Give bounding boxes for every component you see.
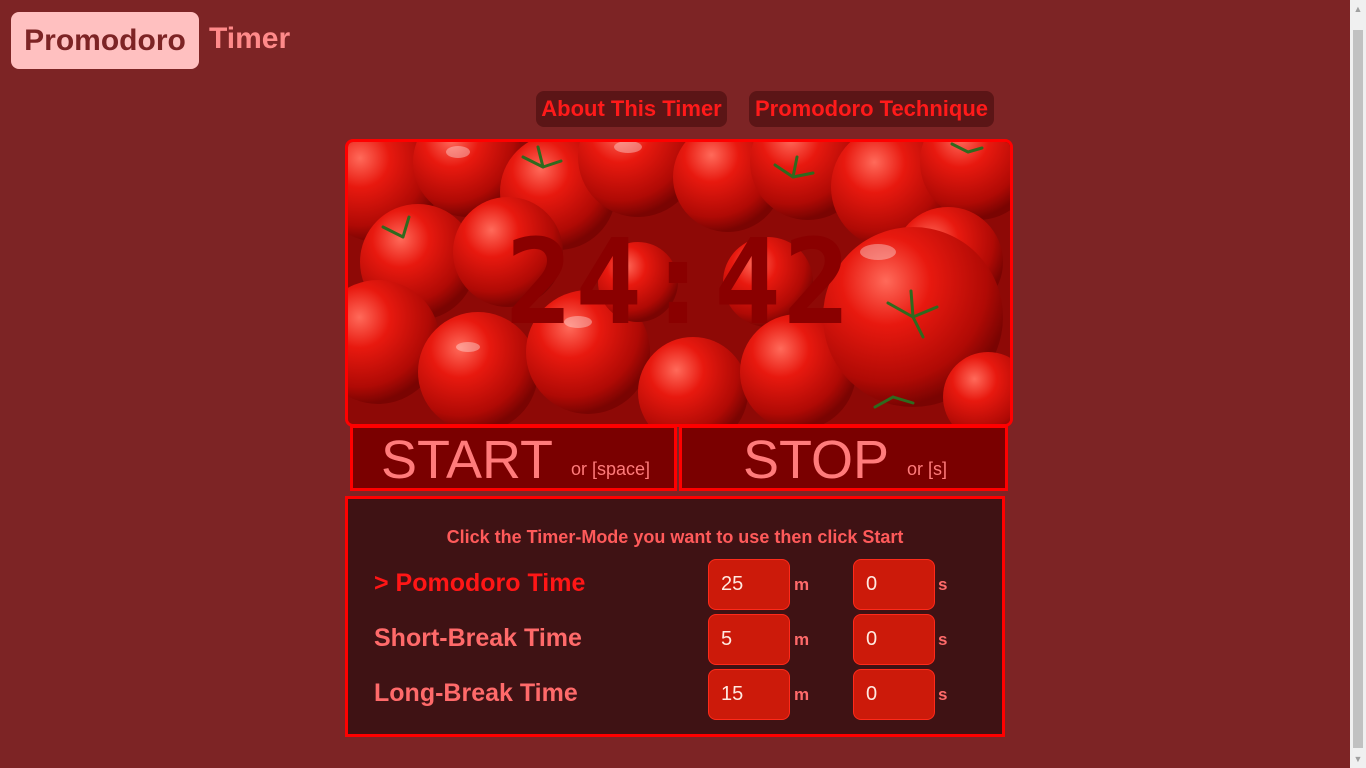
about-timer-button[interactable]: About This Timer (536, 91, 727, 127)
vertical-scrollbar[interactable]: ▲ ▼ (1350, 0, 1366, 768)
scroll-down-icon[interactable]: ▼ (1350, 752, 1366, 766)
start-label: START (381, 430, 554, 490)
pomodoro-minutes-input[interactable]: 25 (708, 559, 790, 610)
stop-shortcut-hint: or [s] (907, 459, 948, 479)
short-break-seconds-input[interactable]: 0 (853, 614, 935, 665)
short-break-minutes-input[interactable]: 5 (708, 614, 790, 665)
scrollbar-thumb[interactable] (1353, 30, 1363, 748)
pomodoro-seconds-input[interactable]: 0 (853, 559, 935, 610)
long-break-minutes-input[interactable]: 15 (708, 669, 790, 720)
stop-label: STOP (743, 430, 890, 490)
timer-display: 24:42 (505, 214, 853, 352)
page: Promodoro Timer About This Timer Promodo… (0, 0, 1366, 768)
pomodoro-technique-button[interactable]: Promodoro Technique (749, 91, 994, 127)
stop-button[interactable]: STOP or [s] (679, 425, 1008, 491)
minutes-unit: m (794, 685, 810, 704)
mode-short-break[interactable]: Short-Break Time (374, 624, 582, 653)
minutes-unit: m (794, 630, 810, 649)
mode-row-pomodoro: > Pomodoro Time 25 m 0 s (348, 559, 1002, 611)
start-button[interactable]: START or [space] (350, 425, 677, 491)
mode-long-break[interactable]: Long-Break Time (374, 679, 578, 708)
seconds-unit: s (938, 685, 948, 704)
start-shortcut-hint: or [space] (571, 459, 651, 479)
mode-pomodoro[interactable]: > Pomodoro Time (374, 569, 585, 598)
seconds-unit: s (938, 575, 948, 594)
timer-mode-panel: Click the Timer-Mode you want to use the… (345, 496, 1005, 737)
long-break-seconds-input[interactable]: 0 (853, 669, 935, 720)
mode-row-long-break: Long-Break Time 15 m 0 s (348, 669, 1002, 721)
seconds-unit: s (938, 630, 948, 649)
brand-title: Timer (209, 22, 291, 55)
mode-instruction: Click the Timer-Mode you want to use the… (446, 527, 904, 547)
timer-panel: 24:42 (345, 139, 1013, 427)
brand-logo[interactable]: Promodoro (11, 12, 199, 69)
minutes-unit: m (794, 575, 810, 594)
scroll-up-icon[interactable]: ▲ (1350, 2, 1366, 16)
mode-row-short-break: Short-Break Time 5 m 0 s (348, 614, 1002, 666)
